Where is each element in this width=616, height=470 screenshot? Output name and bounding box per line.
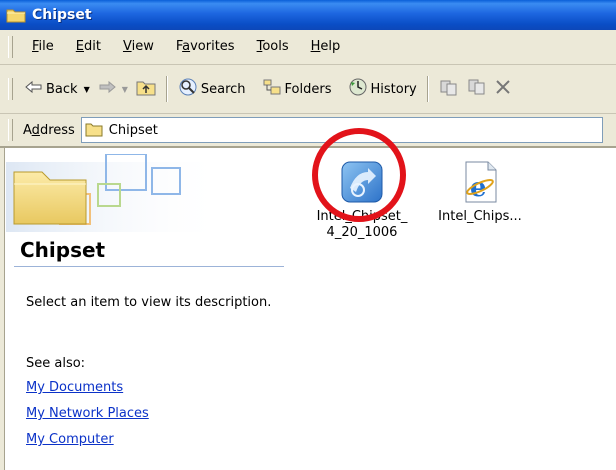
file-name-line1: Intel_Chips... <box>438 209 522 224</box>
address-field[interactable]: Chipset <box>80 117 603 143</box>
address-bar: Address Chipset <box>0 114 616 148</box>
window-title: Chipset <box>32 7 92 23</box>
up-folder-icon <box>136 78 156 100</box>
menu-view[interactable]: View <box>112 36 165 58</box>
search-button[interactable]: Search <box>174 76 250 102</box>
copy-to-button[interactable] <box>463 76 491 102</box>
folder-header-graphic <box>6 153 226 234</box>
svg-text:e: e <box>470 173 487 203</box>
copy-to-icon <box>467 78 487 100</box>
menu-edit[interactable]: Edit <box>65 36 112 58</box>
forward-arrow-icon <box>98 80 116 98</box>
ie-document-icon: e <box>458 158 502 209</box>
folder-title: Chipset <box>20 238 106 262</box>
explorer-window: Chipset File Edit View Favorites Tools H… <box>0 0 616 470</box>
title-divider <box>14 266 284 267</box>
file-item[interactable]: Intel_Chipset_ 4_20_1006 <box>304 158 420 241</box>
title-bar[interactable]: Chipset <box>0 0 616 30</box>
menu-bar: File Edit View Favorites Tools Help <box>0 30 616 65</box>
toolbar-separator <box>165 76 168 102</box>
history-button[interactable]: History <box>344 76 421 102</box>
item-description: Select an item to view its description. <box>26 295 272 310</box>
link-my-computer[interactable]: My Computer <box>26 432 114 447</box>
address-label: Address <box>23 123 75 138</box>
address-value: Chipset <box>108 122 158 138</box>
folder-icon <box>85 121 103 140</box>
menu-view-accel: V <box>122 39 132 54</box>
address-label-post: dress <box>39 122 75 138</box>
address-grip[interactable] <box>8 119 13 141</box>
menu-view-post: iew <box>131 39 154 54</box>
menu-edit-accel: E <box>75 39 84 54</box>
menu-help-accel: H <box>310 39 321 54</box>
back-button[interactable]: Back ▼ <box>21 76 94 102</box>
menu-bar-grip[interactable] <box>8 36 13 58</box>
link-my-network-places[interactable]: My Network Places <box>26 406 149 421</box>
folder-icon <box>6 7 26 23</box>
delete-icon <box>495 79 511 99</box>
standard-toolbar: Back ▼ ▼ Search Folders History <box>0 65 616 114</box>
history-label: History <box>370 81 417 97</box>
address-label-accel: d <box>31 122 40 138</box>
forward-button[interactable]: ▼ <box>94 76 132 102</box>
file-name-line1: Intel_Chipset_ <box>316 209 408 224</box>
see-also-label: See also: <box>26 356 86 371</box>
file-item[interactable]: e Intel_Chips... <box>424 158 536 225</box>
search-icon <box>178 77 198 101</box>
folders-button[interactable]: Folders <box>258 76 336 102</box>
toolbar-separator-2 <box>426 76 429 102</box>
menu-tools[interactable]: Tools <box>246 36 300 58</box>
back-dropdown-icon[interactable]: ▼ <box>84 85 90 94</box>
window-left-border <box>0 148 5 470</box>
menu-help[interactable]: Help <box>300 36 352 58</box>
move-to-button[interactable] <box>435 76 463 102</box>
menu-favorites[interactable]: Favorites <box>165 36 246 58</box>
back-label: Back <box>46 81 78 97</box>
toolbar-grip[interactable] <box>8 78 13 100</box>
menu-tools-post: ools <box>262 39 289 54</box>
menu-help-post: elp <box>320 39 341 54</box>
menu-edit-post: dit <box>84 39 101 54</box>
menu-favorites-post: vorites <box>190 39 235 54</box>
menu-file-post: ile <box>38 39 54 54</box>
file-name-line2: 4_20_1006 <box>326 225 398 240</box>
menu-file[interactable]: File <box>21 36 65 58</box>
folders-label: Folders <box>284 81 332 97</box>
back-arrow-icon <box>25 80 43 98</box>
move-to-icon <box>439 78 459 100</box>
history-icon <box>348 77 368 101</box>
installer-icon <box>338 158 386 209</box>
menu-favorites-accel: a <box>182 39 191 54</box>
folders-icon <box>262 78 282 100</box>
address-label-pre: A <box>23 122 32 138</box>
search-label: Search <box>200 81 246 97</box>
delete-button[interactable] <box>491 76 515 102</box>
up-folder-button[interactable] <box>132 76 160 102</box>
link-my-documents[interactable]: My Documents <box>26 380 123 395</box>
forward-dropdown-icon[interactable]: ▼ <box>122 85 128 94</box>
